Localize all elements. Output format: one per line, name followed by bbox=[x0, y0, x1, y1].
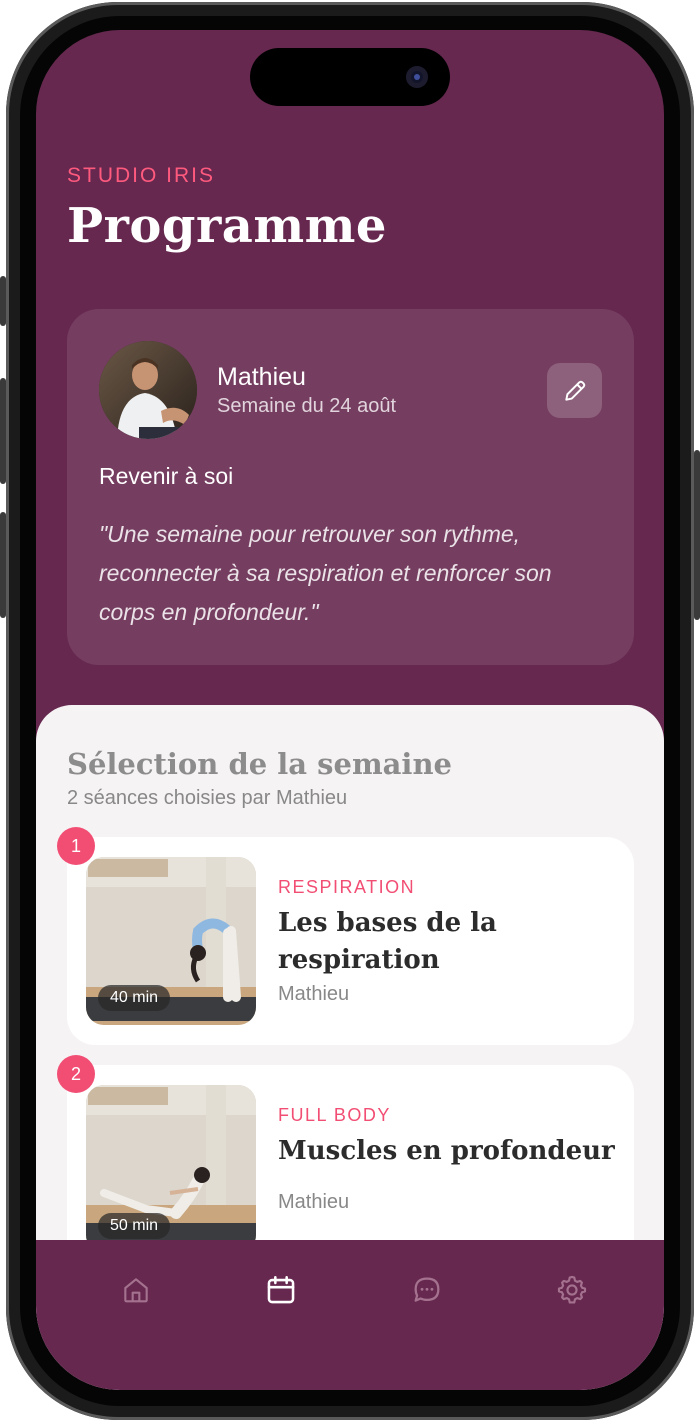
session-title: Les bases de la respiration bbox=[278, 908, 497, 975]
edit-button[interactable] bbox=[547, 363, 602, 418]
session-thumbnail: 40 min bbox=[86, 857, 256, 1025]
duration-badge: 40 min bbox=[98, 985, 171, 1011]
home-icon bbox=[124, 1278, 148, 1303]
power-button bbox=[694, 450, 700, 620]
duration-badge: 50 min bbox=[98, 1213, 171, 1239]
avatar-photo bbox=[99, 341, 197, 439]
settings-icon bbox=[557, 1275, 587, 1304]
session-category: RESPIRATION bbox=[278, 877, 416, 897]
coach-name: Mathieu bbox=[217, 363, 306, 391]
tab-messages[interactable] bbox=[407, 1270, 447, 1310]
coach-card: Mathieu Semaine du 24 août Revenir à soi… bbox=[67, 309, 634, 665]
session-category: FULL BODY bbox=[278, 1105, 391, 1125]
volume-up-button bbox=[0, 378, 6, 484]
bottom-tab-bar bbox=[36, 1240, 664, 1390]
tab-calendar[interactable] bbox=[261, 1270, 301, 1310]
session-number-badge: 1 bbox=[57, 827, 95, 865]
calendar-icon bbox=[267, 1275, 295, 1304]
session-title: Muscles en profondeur bbox=[278, 1136, 615, 1166]
chat-icon bbox=[414, 1277, 440, 1302]
tab-settings[interactable] bbox=[552, 1270, 592, 1310]
volume-down-button bbox=[0, 512, 6, 618]
program-quote: "Une semaine pour retrouver son rythme, … bbox=[99, 521, 552, 625]
tab-home[interactable] bbox=[116, 1270, 156, 1310]
dynamic-island bbox=[250, 48, 450, 106]
coach-avatar bbox=[99, 341, 197, 439]
brand-label: STUDIO IRIS bbox=[67, 164, 216, 187]
session-author: Mathieu bbox=[278, 983, 350, 1005]
camera-icon bbox=[406, 66, 428, 88]
session-author: Mathieu bbox=[278, 1191, 350, 1213]
mute-switch bbox=[0, 276, 6, 326]
session-thumbnail: 50 min bbox=[86, 1085, 256, 1253]
coach-week: Semaine du 24 août bbox=[217, 395, 397, 417]
session-number-badge: 2 bbox=[57, 1055, 95, 1093]
session-card[interactable]: 40 min 1 RESPIRATION Les bases de la res… bbox=[57, 827, 634, 1045]
page-title: Programme bbox=[67, 198, 387, 254]
pencil-icon bbox=[564, 380, 585, 401]
selection-subtitle: 2 séances choisies par Mathieu bbox=[67, 787, 348, 809]
program-subtitle: Revenir à soi bbox=[99, 463, 234, 489]
selection-title: Sélection de la semaine bbox=[67, 747, 452, 781]
app-screen: STUDIO IRIS Programme Mathieu Semaine du… bbox=[36, 30, 664, 1390]
